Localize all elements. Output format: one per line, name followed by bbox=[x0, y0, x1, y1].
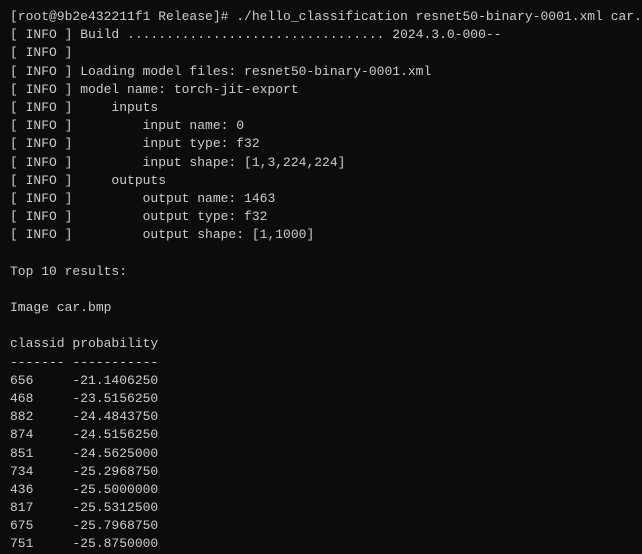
info-line: [ INFO ] Build .........................… bbox=[10, 26, 632, 44]
info-line: [ INFO ] input shape: [1,3,224,224] bbox=[10, 154, 632, 172]
info-line: [ INFO ] output shape: [1,1000] bbox=[10, 226, 632, 244]
table-header: classid probability bbox=[10, 335, 632, 353]
blank-line bbox=[10, 317, 632, 335]
table-row: 851 -24.5625000 bbox=[10, 445, 632, 463]
info-line: [ INFO ] input name: 0 bbox=[10, 117, 632, 135]
info-line: [ INFO ] inputs bbox=[10, 99, 632, 117]
table-row: 874 -24.5156250 bbox=[10, 426, 632, 444]
table-row: 656 -21.1406250 bbox=[10, 372, 632, 390]
info-line: [ INFO ] model name: torch-jit-export bbox=[10, 81, 632, 99]
table-row: 468 -23.5156250 bbox=[10, 390, 632, 408]
table-row: 734 -25.2968750 bbox=[10, 463, 632, 481]
info-line: [ INFO ] input type: f32 bbox=[10, 135, 632, 153]
top-results-label: Top 10 results: bbox=[10, 263, 632, 281]
info-line: [ INFO ] outputs bbox=[10, 172, 632, 190]
info-line: [ INFO ] output name: 1463 bbox=[10, 190, 632, 208]
image-label: Image car.bmp bbox=[10, 299, 632, 317]
info-line: [ INFO ] output type: f32 bbox=[10, 208, 632, 226]
blank-line bbox=[10, 244, 632, 262]
table-row: 751 -25.8750000 bbox=[10, 535, 632, 553]
command-prompt: [root@9b2e432211f1 Release]# ./hello_cla… bbox=[10, 8, 632, 26]
info-line: [ INFO ] bbox=[10, 44, 632, 62]
info-line: [ INFO ] Loading model files: resnet50-b… bbox=[10, 63, 632, 81]
table-row: 882 -24.4843750 bbox=[10, 408, 632, 426]
table-divider: ------- ----------- bbox=[10, 354, 632, 372]
table-row: 675 -25.7968750 bbox=[10, 517, 632, 535]
blank-line bbox=[10, 281, 632, 299]
table-row: 436 -25.5000000 bbox=[10, 481, 632, 499]
table-row: 817 -25.5312500 bbox=[10, 499, 632, 517]
